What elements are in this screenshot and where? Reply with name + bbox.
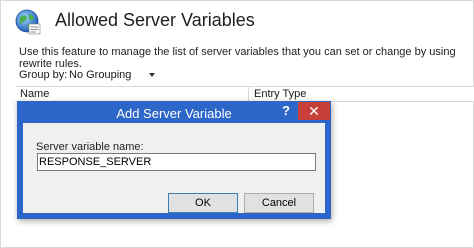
chevron-down-icon <box>149 73 155 77</box>
dialog-body: Server variable name: OK Cancel <box>23 123 325 213</box>
ok-button[interactable]: OK <box>168 193 238 213</box>
column-header-name[interactable]: Name <box>20 88 49 100</box>
help-button[interactable]: ? <box>275 102 297 120</box>
close-button[interactable]: ✕ <box>298 102 330 120</box>
page-title: Allowed Server Variables <box>55 10 255 30</box>
column-separator[interactable] <box>248 87 249 101</box>
cancel-button[interactable]: Cancel <box>244 193 314 213</box>
groupby-dropdown[interactable]: No Grouping <box>66 67 160 84</box>
add-server-variable-dialog: Add Server Variable ? ✕ Server variable … <box>17 101 331 219</box>
close-icon: ✕ <box>308 103 320 119</box>
server-variable-name-input[interactable] <box>37 153 316 171</box>
groupby-label: Group by: <box>19 69 68 81</box>
list-header: Name Entry Type <box>16 86 474 102</box>
dialog-titlebar[interactable]: Add Server Variable ? ✕ <box>17 101 331 123</box>
server-variable-name-label: Server variable name: <box>36 141 144 153</box>
column-header-entry-type[interactable]: Entry Type <box>254 88 306 100</box>
globe-icon <box>15 9 41 35</box>
groupby-value: No Grouping <box>69 69 132 81</box>
